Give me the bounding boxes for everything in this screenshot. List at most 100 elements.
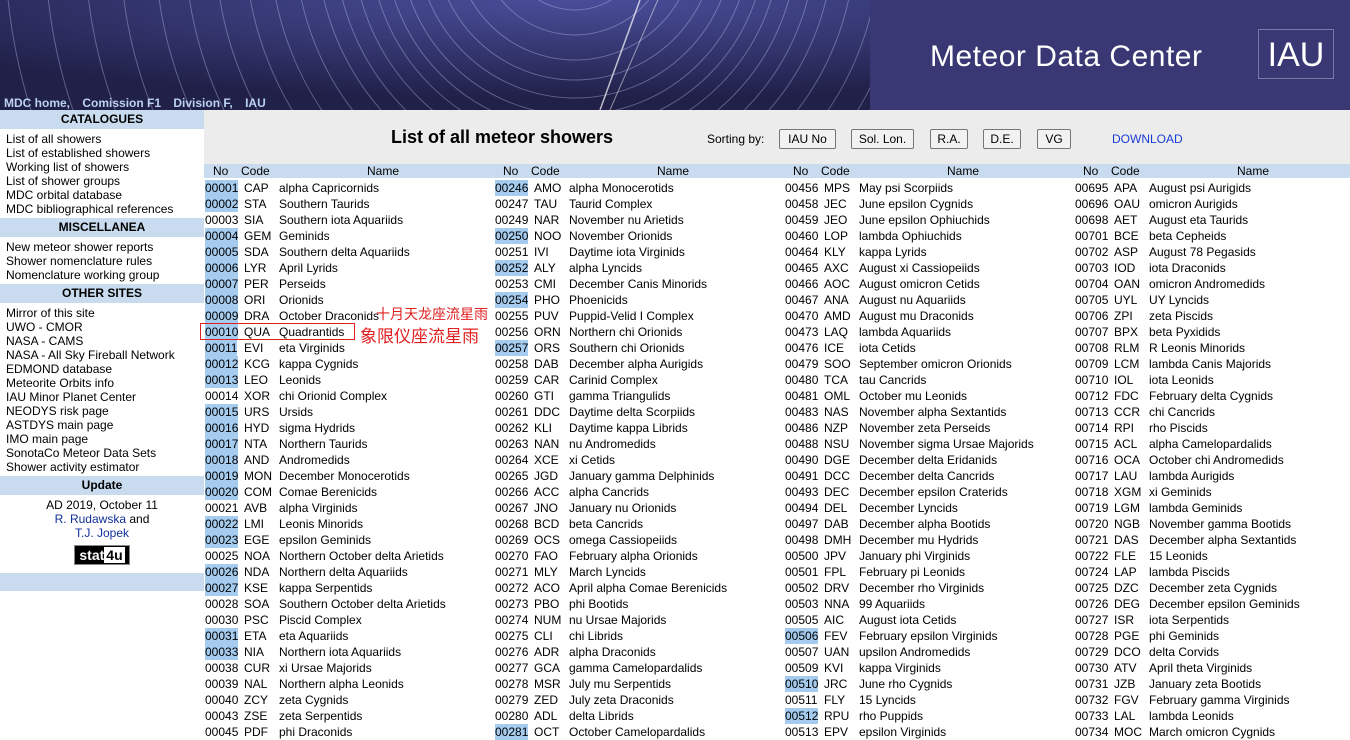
shower-number[interactable]: 00500 (785, 548, 818, 564)
shower-number[interactable]: 00727 (1075, 612, 1108, 628)
shower-number[interactable]: 00513 (785, 724, 818, 740)
shower-number[interactable]: 00266 (495, 484, 528, 500)
shower-number[interactable]: 00710 (1075, 372, 1108, 388)
shower-number[interactable]: 00730 (1075, 660, 1108, 676)
shower-number[interactable]: 00260 (495, 388, 528, 404)
shower-number[interactable]: 00502 (785, 580, 818, 596)
sidebar-link-bibliographical-references[interactable]: MDC bibliographical references (6, 202, 198, 216)
shower-number[interactable]: 00261 (495, 404, 528, 420)
shower-number[interactable]: 00717 (1075, 468, 1108, 484)
shower-number[interactable]: 00254 (495, 292, 529, 308)
shower-number[interactable]: 00476 (785, 340, 818, 356)
shower-number[interactable]: 00011 (205, 340, 238, 356)
shower-number[interactable]: 00249 (495, 212, 528, 228)
shower-number[interactable]: 00696 (1075, 196, 1108, 212)
sort-de-button[interactable]: D.E. (983, 129, 1021, 149)
shower-number[interactable]: 00702 (1075, 244, 1108, 260)
shower-number[interactable]: 00704 (1075, 276, 1108, 292)
shower-number[interactable]: 00464 (785, 244, 818, 260)
shower-number[interactable]: 00255 (495, 308, 528, 324)
shower-number[interactable]: 00708 (1075, 340, 1108, 356)
shower-number[interactable]: 00016 (205, 420, 239, 436)
shower-number[interactable]: 00020 (205, 484, 239, 500)
shower-number[interactable]: 00021 (205, 500, 238, 516)
shower-number[interactable]: 00501 (785, 564, 818, 580)
shower-number[interactable]: 00456 (785, 180, 818, 196)
sidebar-link-uwo-cmor[interactable]: UWO - CMOR (6, 320, 198, 334)
sidebar-link-astdys[interactable]: ASTDYS main page (6, 418, 198, 432)
shower-number[interactable]: 00483 (785, 404, 818, 420)
shower-number[interactable]: 00007 (205, 276, 239, 292)
shower-number[interactable]: 00031 (205, 628, 239, 644)
shower-number[interactable]: 00008 (205, 292, 239, 308)
shower-number[interactable]: 00246 (495, 180, 529, 196)
author-link-jopek[interactable]: T.J. Jopek (75, 526, 129, 540)
shower-number[interactable]: 00040 (205, 692, 238, 708)
shower-number[interactable]: 00258 (495, 356, 528, 372)
shower-number[interactable]: 00276 (495, 644, 528, 660)
sidebar-link-established-showers[interactable]: List of established showers (6, 146, 198, 160)
shower-number[interactable]: 00038 (205, 660, 238, 676)
shower-number[interactable]: 00490 (785, 452, 818, 468)
shower-number[interactable]: 00272 (495, 580, 528, 596)
shower-number[interactable]: 00728 (1075, 628, 1108, 644)
division-f-link[interactable]: Division F, (173, 96, 232, 110)
iau-link[interactable]: IAU (245, 96, 266, 110)
shower-number[interactable]: 00725 (1075, 580, 1108, 596)
shower-number[interactable]: 00715 (1075, 436, 1108, 452)
shower-number[interactable]: 00247 (495, 196, 528, 212)
commission-f1-link[interactable]: Comission F1 (82, 96, 161, 110)
shower-number[interactable]: 00259 (495, 372, 528, 388)
shower-number[interactable]: 00030 (205, 612, 238, 628)
sidebar-link-nomenclature-rules[interactable]: Shower nomenclature rules (6, 254, 198, 268)
shower-number[interactable]: 00734 (1075, 724, 1108, 740)
shower-number[interactable]: 00473 (785, 324, 818, 340)
shower-number[interactable]: 00009 (205, 308, 239, 324)
shower-number[interactable]: 00264 (495, 452, 528, 468)
shower-number[interactable]: 00505 (785, 612, 818, 628)
shower-number[interactable]: 00268 (495, 516, 528, 532)
shower-number[interactable]: 00014 (205, 388, 238, 404)
shower-number[interactable]: 00256 (495, 324, 528, 340)
shower-number[interactable]: 00250 (495, 228, 529, 244)
shower-number[interactable]: 00012 (205, 356, 239, 372)
sidebar-link-activity-estimator[interactable]: Shower activity estimator (6, 460, 198, 474)
shower-number[interactable]: 00275 (495, 628, 528, 644)
shower-number[interactable]: 00018 (205, 452, 239, 468)
stat4u-badge[interactable]: stat 4u (74, 545, 130, 565)
shower-number[interactable]: 00002 (205, 196, 239, 212)
shower-number[interactable]: 00459 (785, 212, 818, 228)
shower-number[interactable]: 00278 (495, 676, 528, 692)
shower-number[interactable]: 00479 (785, 356, 818, 372)
shower-number[interactable]: 00025 (205, 548, 238, 564)
shower-number[interactable]: 00729 (1075, 644, 1108, 660)
sidebar-link-orbital-database[interactable]: MDC orbital database (6, 188, 198, 202)
sidebar-link-shower-groups[interactable]: List of shower groups (6, 174, 198, 188)
sidebar-link-sonotaco[interactable]: SonotaCo Meteor Data Sets (6, 446, 198, 460)
sidebar-link-mirror[interactable]: Mirror of this site (6, 306, 198, 320)
shower-number[interactable]: 00263 (495, 436, 528, 452)
shower-number[interactable]: 00733 (1075, 708, 1108, 724)
sort-sol-lon-button[interactable]: Sol. Lon. (851, 129, 914, 149)
shower-number[interactable]: 00019 (205, 468, 239, 484)
shower-number[interactable]: 00281 (495, 724, 529, 740)
sidebar-link-edmond[interactable]: EDMOND database (6, 362, 198, 376)
download-link[interactable]: DOWNLOAD (1112, 132, 1183, 146)
sidebar-link-meteorite-orbits[interactable]: Meteorite Orbits info (6, 376, 198, 390)
shower-number[interactable]: 00271 (495, 564, 528, 580)
shower-number[interactable]: 00466 (785, 276, 818, 292)
shower-number[interactable]: 00707 (1075, 324, 1108, 340)
sidebar-link-working-list[interactable]: Working list of showers (6, 160, 198, 174)
shower-number[interactable]: 00460 (785, 228, 818, 244)
shower-number[interactable]: 00703 (1075, 260, 1108, 276)
shower-number[interactable]: 00280 (495, 708, 528, 724)
shower-number[interactable]: 00714 (1075, 420, 1108, 436)
shower-number[interactable]: 00481 (785, 388, 818, 404)
shower-number[interactable]: 00269 (495, 532, 528, 548)
shower-number[interactable]: 00488 (785, 436, 818, 452)
shower-number[interactable]: 00253 (495, 276, 528, 292)
shower-number[interactable]: 00511 (785, 692, 817, 708)
shower-number[interactable]: 00262 (495, 420, 528, 436)
sidebar-link-nomenclature-group[interactable]: Nomenclature working group (6, 268, 198, 282)
shower-number[interactable]: 00257 (495, 340, 529, 356)
